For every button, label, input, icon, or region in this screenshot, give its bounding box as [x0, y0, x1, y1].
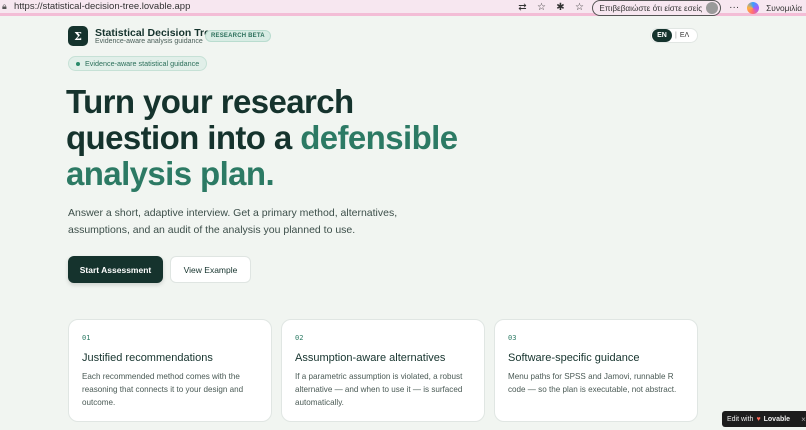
signin-text: Επιβεβαιώστε ότι είστε εσείς: [599, 3, 703, 13]
guidance-pill-label: Evidence-aware statistical guidance: [85, 59, 200, 68]
dot-icon: [76, 61, 80, 66]
browser-toolbar: ⇄ ☆ ✱ ☆ Επιβεβαιώστε ότι είστε εσείς ···…: [516, 0, 802, 16]
copilot-icon[interactable]: [747, 2, 760, 14]
card-number: 02: [295, 334, 304, 342]
badge-prefix: Edit with: [727, 415, 754, 423]
translate-icon[interactable]: ⇄: [516, 2, 528, 14]
card-text: Each recommended method comes with the r…: [82, 372, 244, 407]
feature-card: 03 Software-specific guidance Menu paths…: [494, 319, 698, 422]
research-beta-badge: RESEARCH BETA: [205, 30, 271, 42]
copilot-label[interactable]: Συνομιλία: [766, 3, 802, 13]
card-text: If a parametric assumption is violated, …: [295, 372, 463, 407]
guidance-pill: Evidence-aware statistical guidance: [68, 56, 208, 71]
language-switcher[interactable]: EN | ΕΛ: [650, 28, 698, 43]
hero-description: Answer a short, adaptive interview. Get …: [68, 207, 398, 236]
app-logo-icon[interactable]: Σ: [68, 26, 88, 46]
start-assessment-button[interactable]: Start Assessment: [68, 256, 163, 283]
hero-title-accent: defensible: [300, 119, 458, 156]
lock-icon: 🔒︎: [2, 1, 7, 11]
app-subtitle: Evidence-aware analysis guidance: [95, 38, 203, 45]
card-number: 01: [82, 334, 91, 342]
card-title: Assumption-aware alternatives: [295, 352, 446, 364]
view-example-button[interactable]: View Example: [170, 256, 251, 283]
hero-title-line1: Turn your research: [66, 83, 354, 120]
close-icon[interactable]: ×: [801, 415, 806, 424]
card-text: Menu paths for SPSS and Jamovi, runnable…: [508, 372, 677, 394]
url-text[interactable]: https://statistical-decision-tree.lovabl…: [14, 1, 190, 12]
more-menu-icon[interactable]: ···: [728, 2, 740, 14]
browser-address-bar: 🔒︎ https://statistical-decision-tree.lov…: [0, 0, 806, 16]
profile-avatar-icon: [706, 2, 719, 14]
feature-card: 02 Assumption-aware alternatives If a pa…: [281, 319, 485, 422]
hero-title-line2: question into a: [66, 119, 301, 156]
hero-title-line3: analysis plan.: [66, 155, 275, 192]
edit-with-lovable-badge[interactable]: Edit with ♥ Lovable ×: [722, 411, 806, 427]
extensions-icon[interactable]: ✱: [554, 2, 566, 14]
lovable-heart-icon: ♥: [756, 415, 761, 423]
badge-brand: Lovable: [763, 415, 791, 423]
card-number: 03: [508, 334, 517, 342]
lang-el-button[interactable]: ΕΛ: [680, 32, 689, 39]
card-title: Justified recommendations: [82, 352, 213, 364]
profile-signin-button[interactable]: Επιβεβαιώστε ότι είστε εσείς: [592, 0, 722, 16]
star-icon[interactable]: ☆: [535, 2, 547, 14]
feature-card: 01 Justified recommendations Each recomm…: [68, 319, 272, 422]
favorites-icon[interactable]: ☆: [573, 2, 585, 14]
card-title: Software-specific guidance: [508, 352, 640, 364]
lang-en-button[interactable]: EN: [652, 29, 672, 42]
lang-separator: |: [675, 32, 677, 39]
hero-title: Turn your research question into a defen…: [66, 84, 586, 192]
